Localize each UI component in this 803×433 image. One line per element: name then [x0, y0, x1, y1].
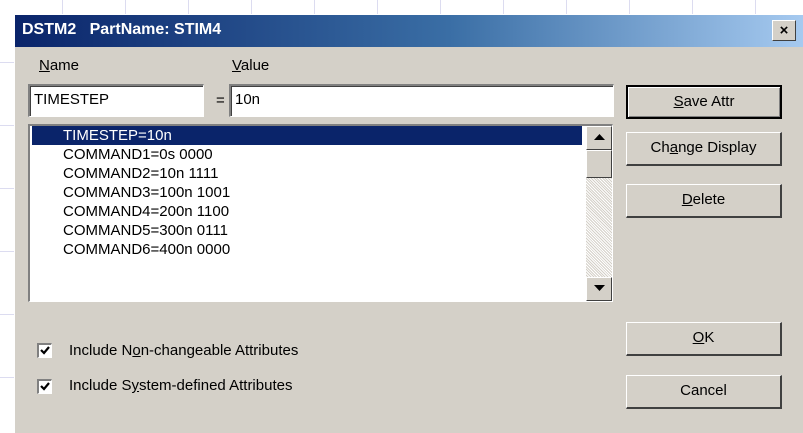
window-title: DSTM2 PartName: STIM4	[22, 21, 222, 38]
list-scrollbar[interactable]	[586, 126, 612, 301]
change-display-button[interactable]: Change Display	[626, 132, 782, 166]
name-label: Name	[39, 57, 80, 74]
value-label: Value	[232, 57, 270, 74]
non-changeable-label[interactable]: Include Non-changeable Attributes	[69, 342, 298, 359]
scroll-up-button[interactable]	[586, 126, 612, 150]
system-defined-label[interactable]: Include System-defined Attributes	[69, 377, 292, 394]
close-button[interactable]: ×	[772, 20, 796, 41]
system-defined-checkbox[interactable]	[37, 379, 52, 394]
list-item[interactable]: COMMAND6=400n 0000	[32, 240, 582, 259]
save-attr-button[interactable]: Save Attr	[626, 85, 782, 119]
delete-button[interactable]: Delete	[626, 184, 782, 218]
non-changeable-checkbox[interactable]	[37, 343, 52, 358]
scroll-down-button[interactable]	[586, 277, 612, 301]
attribute-listbox[interactable]: TIMESTEP=10n COMMAND1=0s 0000 COMMAND2=1…	[28, 124, 613, 302]
attributes-dialog: DSTM2 PartName: STIM4 × Name Value TIMES…	[14, 14, 803, 433]
checkmark-icon	[40, 382, 50, 391]
value-field[interactable]: 10n	[229, 84, 614, 117]
checkmark-icon	[40, 346, 50, 355]
scroll-up-arrow-icon	[594, 134, 605, 140]
list-item[interactable]: COMMAND1=0s 0000	[32, 145, 582, 164]
list-item[interactable]: COMMAND2=10n 1111	[32, 164, 582, 183]
cancel-button[interactable]: Cancel	[626, 375, 782, 409]
close-icon: ×	[779, 22, 789, 39]
name-field[interactable]: TIMESTEP	[28, 84, 204, 117]
scroll-thumb[interactable]	[586, 150, 612, 178]
list-item[interactable]: COMMAND4=200n 1100	[32, 202, 582, 221]
list-item[interactable]: COMMAND5=300n 0111	[32, 221, 582, 240]
scroll-down-arrow-icon	[594, 285, 605, 291]
title-bar[interactable]: DSTM2 PartName: STIM4 ×	[15, 15, 803, 47]
ok-button[interactable]: OK	[626, 322, 782, 356]
equals-sign: =	[216, 92, 225, 109]
list-item[interactable]: COMMAND3=100n 1001	[32, 183, 582, 202]
list-item[interactable]: TIMESTEP=10n	[32, 126, 582, 145]
